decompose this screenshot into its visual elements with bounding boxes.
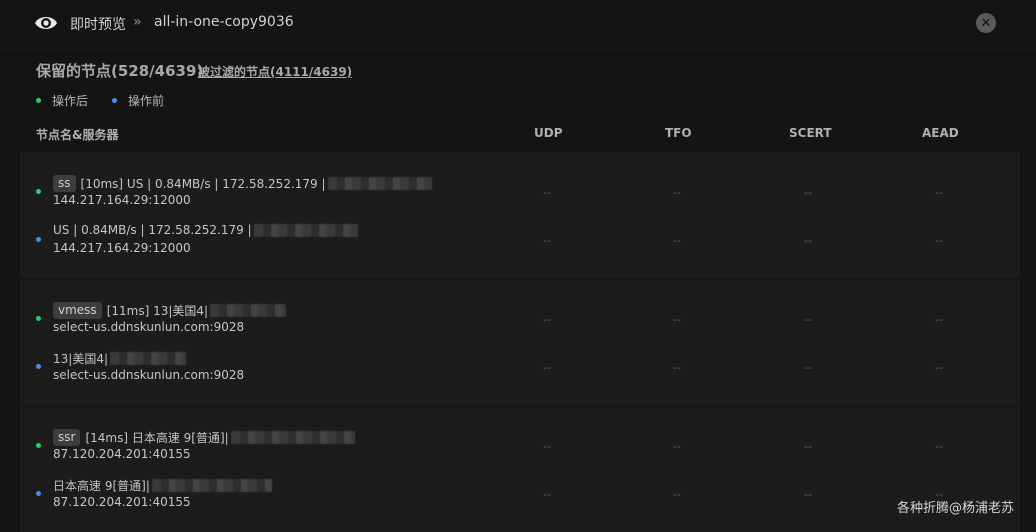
after-dot-icon bbox=[36, 443, 41, 448]
scert-value: -- bbox=[804, 440, 812, 453]
node-group-2 bbox=[20, 280, 1020, 406]
node-row-after[interactable]: vmess [11ms] 13|美国4| bbox=[53, 302, 287, 319]
protocol-badge: vmess bbox=[53, 302, 102, 319]
column-header-tfo: TFO bbox=[665, 126, 692, 140]
udp-value: -- bbox=[543, 361, 551, 374]
aead-value: -- bbox=[935, 234, 943, 247]
redacted-text bbox=[230, 431, 355, 444]
filtered-nodes-link[interactable]: 被过滤的节点(4111/4639) bbox=[198, 63, 352, 80]
column-header-aead: AEAD bbox=[922, 126, 959, 140]
scert-value: -- bbox=[804, 234, 812, 247]
protocol-badge: ssr bbox=[53, 429, 81, 446]
before-dot-icon bbox=[36, 491, 41, 496]
kept-nodes-title: 保留的节点(528/4639) bbox=[36, 62, 204, 80]
node-row-before[interactable]: US | 0.84MB/s | 172.58.252.179 | bbox=[53, 223, 358, 237]
after-dot-icon bbox=[36, 189, 41, 194]
node-group-1 bbox=[20, 152, 1020, 278]
column-header-scert: SCERT bbox=[789, 126, 832, 140]
chevron-right-icon: » bbox=[133, 14, 141, 30]
aead-value: -- bbox=[935, 440, 943, 453]
redacted-text bbox=[210, 304, 287, 317]
node-row-before[interactable]: 日本高速 9[普通]| bbox=[53, 477, 272, 494]
green-dot-icon bbox=[36, 98, 41, 103]
blue-dot-icon bbox=[112, 98, 117, 103]
preview-header: 即时预览 » all-in-one-copy9036 ✕ bbox=[0, 0, 1036, 50]
scert-value: -- bbox=[804, 186, 812, 199]
redacted-text bbox=[253, 223, 358, 237]
udp-value: -- bbox=[543, 186, 551, 199]
node-server: 144.217.164.29:12000 bbox=[53, 241, 191, 255]
close-button[interactable]: ✕ bbox=[976, 13, 996, 33]
node-name: 日本高速 9[普通]| bbox=[53, 479, 150, 493]
tfo-value: -- bbox=[673, 488, 681, 501]
node-name: [11ms] 13|美国4| bbox=[106, 304, 209, 318]
node-server: select-us.ddnskunlun.com:9028 bbox=[53, 368, 245, 382]
legend-before-label: 操作前 bbox=[128, 94, 165, 108]
udp-value: -- bbox=[543, 234, 551, 247]
column-header-udp: UDP bbox=[534, 126, 563, 140]
redacted-text bbox=[327, 177, 432, 190]
node-name: [14ms] 日本高速 9[普通]| bbox=[85, 431, 229, 445]
redacted-text bbox=[110, 352, 186, 365]
aead-value: -- bbox=[935, 186, 943, 199]
node-row-before[interactable]: 13|美国4| bbox=[53, 350, 186, 367]
scert-value: -- bbox=[804, 488, 812, 501]
scert-value: -- bbox=[804, 361, 812, 374]
tfo-value: -- bbox=[673, 313, 681, 326]
node-server: 87.120.204.201:40155 bbox=[53, 447, 191, 461]
close-icon: ✕ bbox=[980, 15, 992, 31]
tfo-value: -- bbox=[673, 234, 681, 247]
legend-after-label: 操作后 bbox=[52, 94, 89, 108]
protocol-badge: ss bbox=[53, 175, 76, 192]
aead-value: -- bbox=[935, 361, 943, 374]
tfo-value: -- bbox=[673, 186, 681, 199]
node-group-3 bbox=[20, 407, 1020, 532]
node-row-after[interactable]: ss [10ms] US | 0.84MB/s | 172.58.252.179… bbox=[53, 175, 432, 192]
udp-value: -- bbox=[543, 440, 551, 453]
legend-before: 操作前 bbox=[112, 92, 164, 109]
legend-after: 操作后 bbox=[36, 92, 88, 109]
node-name: 13|美国4| bbox=[53, 352, 108, 366]
redacted-text bbox=[151, 479, 272, 492]
after-dot-icon bbox=[36, 316, 41, 321]
udp-value: -- bbox=[543, 488, 551, 501]
page-title: 即时预览 bbox=[70, 17, 126, 33]
column-header-name: 节点名&服务器 bbox=[36, 128, 119, 142]
udp-value: -- bbox=[543, 313, 551, 326]
node-server: select-us.ddnskunlun.com:9028 bbox=[53, 320, 245, 334]
before-dot-icon bbox=[36, 237, 41, 242]
scert-value: -- bbox=[804, 313, 812, 326]
node-name: [10ms] US | 0.84MB/s | 172.58.252.179 | bbox=[80, 176, 326, 191]
subscription-name: all-in-one-copy9036 bbox=[154, 14, 294, 30]
eye-icon bbox=[35, 17, 57, 29]
tfo-value: -- bbox=[673, 440, 681, 453]
node-server: 144.217.164.29:12000 bbox=[53, 193, 191, 207]
node-server: 87.120.204.201:40155 bbox=[53, 495, 191, 509]
watermark: 各种折腾@杨浦老苏 bbox=[897, 501, 1015, 516]
tfo-value: -- bbox=[673, 361, 681, 374]
node-name: US | 0.84MB/s | 172.58.252.179 | bbox=[53, 223, 252, 237]
aead-value: -- bbox=[935, 313, 943, 326]
node-row-after[interactable]: ssr [14ms] 日本高速 9[普通]| bbox=[53, 429, 355, 446]
before-dot-icon bbox=[36, 364, 41, 369]
